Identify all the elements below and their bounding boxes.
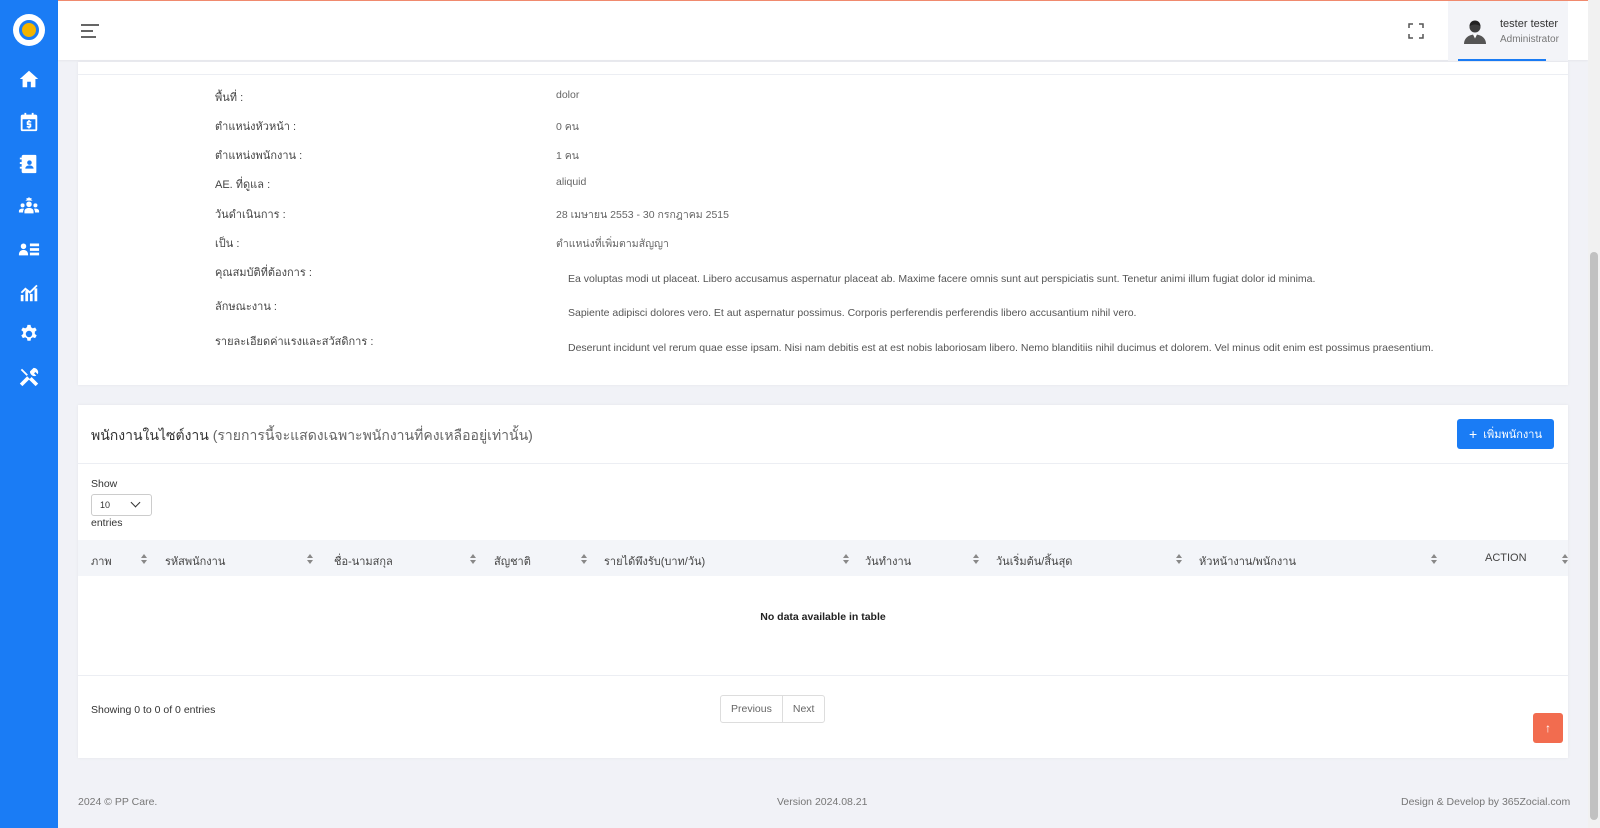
card-divider — [78, 74, 1568, 75]
column-header-daily-income[interactable]: รายได้พึงรับ(บาท/วัน) — [604, 552, 705, 570]
users-gear-icon[interactable] — [17, 195, 41, 219]
sort-icon[interactable] — [581, 554, 587, 564]
tools-icon[interactable] — [17, 365, 41, 389]
qualification-label: คุณสมบัติที่ต้องการ : — [215, 267, 312, 279]
sort-icon[interactable] — [141, 554, 147, 564]
contact-book-icon[interactable] — [17, 152, 41, 176]
sort-icon[interactable] — [1431, 554, 1437, 564]
chart-icon[interactable] — [17, 281, 41, 305]
table-bottom-divider — [78, 675, 1568, 676]
wage-label: รายละเอียดค่าแรงและสวัสดิการ : — [215, 336, 374, 348]
show-label: Show — [91, 478, 118, 490]
sidebar — [0, 0, 58, 828]
area-value: dolor — [556, 89, 580, 101]
home-icon[interactable] — [17, 67, 41, 91]
staff-position-label: ตำแหน่งพนักงาน : — [215, 150, 303, 162]
entries-select[interactable]: 10 — [91, 494, 152, 516]
user-menu[interactable]: tester tester Administrator — [1448, 1, 1568, 61]
next-button[interactable]: Next — [781, 696, 825, 722]
column-header-employee-id[interactable]: รหัสพนักงาน — [165, 552, 225, 570]
card-divider — [78, 463, 1568, 464]
column-header-photo[interactable]: ภาพ — [91, 552, 112, 570]
type-label: เป็น : — [215, 238, 240, 250]
staff-card: พนักงานในไซต์งาน (รายการนี้จะแสดงเฉพาะพน… — [78, 405, 1568, 758]
ae-label: AE. ที่ดูแล : — [215, 179, 271, 191]
add-staff-label: เพิ่มพนักงาน — [1483, 429, 1542, 441]
column-header-work-days[interactable]: วันทำงาน — [865, 552, 911, 570]
head-position-value: 0 คน — [556, 121, 579, 133]
sort-icon[interactable] — [470, 554, 476, 564]
user-role: Administrator — [1500, 33, 1559, 45]
arrow-up-icon: ↑ — [1545, 721, 1551, 735]
entries-select-value: 10 — [100, 500, 111, 510]
avatar — [1462, 18, 1488, 44]
footer-version: Version 2024.08.21 — [777, 796, 868, 808]
job-desc-label: ลักษณะงาน : — [215, 301, 277, 313]
table-header: ภาพ รหัสพนักงาน ชื่อ-นามสกุล สัญชาติ ราย… — [78, 540, 1568, 576]
staff-position-value: 1 คน — [556, 150, 579, 162]
column-header-start-end-date[interactable]: วันเริ่มต้น/สิ้นสุด — [996, 552, 1072, 570]
column-header-nationality[interactable]: สัญชาติ — [494, 552, 531, 570]
sort-icon[interactable] — [973, 554, 979, 564]
previous-button[interactable]: Previous — [721, 696, 782, 722]
user-list-icon[interactable] — [17, 237, 41, 261]
operation-date-label: วันดำเนินการ : — [215, 209, 286, 221]
logo-mark — [19, 20, 39, 40]
app-logo[interactable] — [13, 14, 45, 46]
column-header-action[interactable]: ACTION — [1485, 552, 1527, 564]
page-scrollbar[interactable] — [1588, 0, 1600, 828]
column-header-supervisor-staff[interactable]: หัวหน้างาน/พนักงาน — [1199, 552, 1296, 570]
staff-title-text: พนักงานในไซต์งาน — [91, 427, 209, 443]
chevron-down-icon — [130, 497, 141, 508]
gear-icon[interactable] — [17, 322, 41, 346]
user-name: tester tester — [1500, 17, 1559, 30]
head-position-label: ตำแหน่งหัวหน้า : — [215, 121, 297, 133]
pagination: Previous Next — [720, 695, 826, 723]
wage-value: Deserunt incidunt vel rerum quae esse ip… — [568, 342, 1434, 354]
sort-icon[interactable] — [1562, 554, 1568, 564]
area-label: พื้นที่ : — [215, 92, 244, 104]
user-menu-underline — [1458, 59, 1546, 61]
menu-toggle-icon[interactable] — [81, 24, 99, 38]
footer-credit: Design & Develop by 365Zocial.com — [1401, 796, 1571, 808]
add-staff-button[interactable]: + เพิ่มพนักงาน — [1457, 419, 1554, 449]
staff-subtitle: (รายการนี้จะแสดงเฉพาะพนักงานที่คงเหลืออย… — [212, 427, 533, 443]
sort-icon[interactable] — [1176, 554, 1182, 564]
sort-icon[interactable] — [307, 554, 313, 564]
showing-entries: Showing 0 to 0 of 0 entries — [91, 704, 216, 716]
site-detail-card: พื้นที่ : dolor ตำแหน่งหัวหน้า : 0 คน ตำ… — [78, 62, 1568, 385]
fullscreen-icon[interactable] — [1408, 23, 1424, 39]
operation-date-value: 28 เมษายน 2553 - 30 กรกฎาคม 2515 — [556, 209, 729, 221]
type-value: ตำแหน่งที่เพิ่มตามสัญญา — [556, 238, 669, 250]
scroll-to-top-button[interactable]: ↑ — [1533, 713, 1563, 743]
topbar: tester tester Administrator — [58, 0, 1588, 61]
staff-title: พนักงานในไซต์งาน (รายการนี้จะแสดงเฉพาะพน… — [91, 425, 533, 447]
plus-icon: + — [1469, 426, 1478, 442]
no-data-message: No data available in table — [760, 611, 886, 623]
qualification-value: Ea voluptas modi ut placeat. Libero accu… — [568, 273, 1316, 285]
footer-copyright: 2024 © PP Care. — [78, 796, 158, 808]
sort-icon[interactable] — [843, 554, 849, 564]
column-header-full-name[interactable]: ชื่อ-นามสกุล — [334, 552, 393, 570]
ae-value: aliquid — [556, 176, 587, 188]
calendar-dollar-icon[interactable] — [17, 110, 41, 134]
job-desc-value: Sapiente adipisci dolores vero. Et aut a… — [568, 307, 1137, 319]
entries-label: entries — [91, 517, 123, 529]
scrollbar-thumb[interactable] — [1590, 252, 1598, 820]
